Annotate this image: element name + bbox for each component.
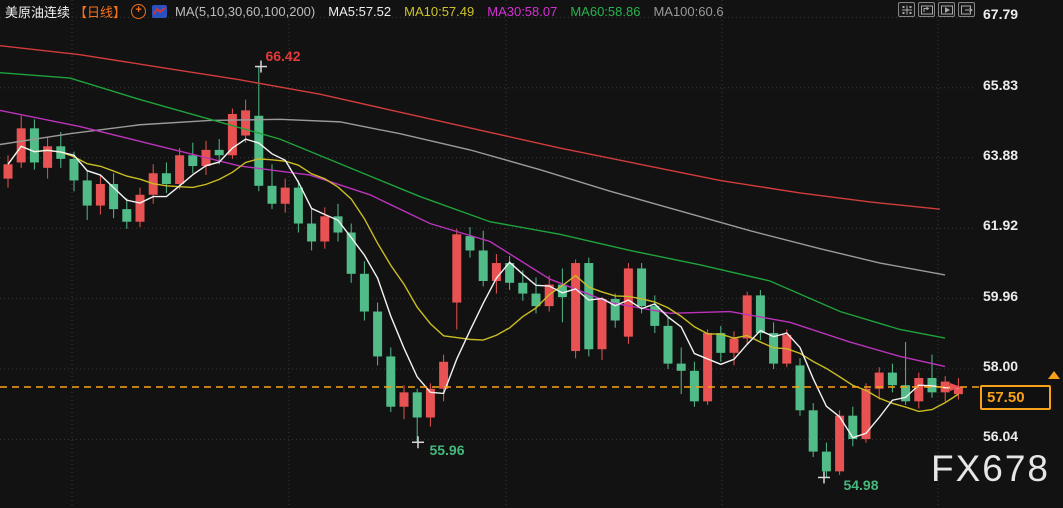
- mini-chart-icon[interactable]: [152, 4, 168, 18]
- candle[interactable]: [399, 385, 409, 420]
- candle[interactable]: [835, 410, 845, 475]
- candle[interactable]: [359, 261, 369, 321]
- candle[interactable]: [887, 363, 897, 393]
- ma-readout-ma5: MA5:57.52: [328, 3, 392, 19]
- watermark: FX678: [931, 448, 1051, 489]
- crosshair-icon[interactable]: [898, 2, 915, 17]
- candle[interactable]: [689, 361, 699, 407]
- chart-header: 美原油连续 【日线】 + MA(5,10,30,60,100,200) MA5:…: [5, 2, 724, 20]
- candle[interactable]: [188, 142, 198, 174]
- price-axis-label: 65.83: [983, 76, 1019, 93]
- candle[interactable]: [623, 263, 633, 344]
- candle[interactable]: [95, 175, 105, 215]
- candle[interactable]: [122, 198, 132, 229]
- current-price-value: 57.50: [987, 389, 1025, 406]
- chart-window: 66.42 55.96 54.98 美原油连续 【日线】 + MA(5,10,30,…: [0, 0, 1063, 508]
- candle[interactable]: [874, 367, 884, 400]
- candle[interactable]: [769, 322, 779, 369]
- chart-export-icon[interactable]: [958, 2, 975, 17]
- candle[interactable]: [109, 173, 119, 219]
- candle[interactable]: [452, 228, 462, 330]
- candle[interactable]: [465, 227, 475, 258]
- candle[interactable]: [135, 187, 145, 228]
- chart-toolbar: [898, 2, 975, 17]
- candle[interactable]: [848, 406, 858, 447]
- ma-readout-ma30: MA30:58.07: [487, 3, 558, 19]
- candle[interactable]: [280, 178, 290, 213]
- candle[interactable]: [663, 316, 673, 369]
- current-price-label: 57.50: [980, 385, 1051, 410]
- grid-layer: [0, 0, 976, 508]
- candle[interactable]: [161, 162, 171, 193]
- candle[interactable]: [927, 354, 937, 398]
- ma-value-readouts: MA5:57.52 MA10:57.49 MA30:58.07 MA60:58.86 M…: [315, 4, 723, 19]
- ma-readout-ma10: MA10:57.49: [404, 3, 475, 19]
- price-axis-label: 58.00: [983, 358, 1019, 374]
- chart-panel-left-icon[interactable]: [918, 2, 935, 17]
- candle[interactable]: [808, 403, 818, 458]
- period-label[interactable]: 【日线】: [74, 2, 126, 21]
- candle[interactable]: [412, 388, 422, 443]
- candle[interactable]: [82, 171, 92, 220]
- price-axis-label: 63.88: [983, 146, 1019, 163]
- candle[interactable]: [571, 259, 581, 359]
- ma-readout-ma100: MA100:60.6: [653, 3, 724, 19]
- instrument-title: 美原油连续: [5, 4, 71, 20]
- low-price-annotation: 54.98: [843, 477, 878, 493]
- candle[interactable]: [914, 372, 924, 409]
- price-up-triangle-icon: [1048, 371, 1060, 379]
- candle[interactable]: [43, 137, 53, 179]
- low-price-annotation: 55.96: [429, 442, 464, 458]
- price-axis-label: 61.92: [983, 217, 1019, 234]
- candle[interactable]: [716, 325, 726, 362]
- ma-settings-label[interactable]: MA(5,10,30,60,100,200): [175, 4, 315, 19]
- candle[interactable]: [333, 203, 343, 242]
- candle[interactable]: [307, 209, 317, 251]
- price-line-layer: [0, 382, 980, 391]
- ma-readout-ma60: MA60:58.86: [570, 3, 641, 19]
- candle[interactable]: [254, 66, 264, 192]
- price-axis-label: 59.96: [983, 287, 1019, 304]
- candlestick-chart[interactable]: 66.42 55.96 54.98: [0, 0, 1063, 508]
- candle[interactable]: [56, 131, 66, 168]
- candle[interactable]: [69, 151, 79, 192]
- candle[interactable]: [901, 342, 911, 405]
- price-axis-label: 56.04: [983, 428, 1019, 445]
- candle[interactable]: [597, 297, 607, 361]
- candle[interactable]: [584, 257, 594, 357]
- candle[interactable]: [940, 376, 950, 402]
- chart-panel-play-icon[interactable]: [938, 2, 955, 17]
- candle[interactable]: [386, 347, 396, 413]
- candle[interactable]: [29, 119, 39, 170]
- candle[interactable]: [439, 354, 449, 402]
- ma-lines-layer: [0, 45, 959, 439]
- plus-circle-icon[interactable]: +: [131, 3, 147, 19]
- candle[interactable]: [373, 302, 383, 366]
- candle[interactable]: [544, 275, 554, 312]
- price-axis-label: 67.79: [983, 6, 1019, 23]
- candle[interactable]: [557, 268, 567, 323]
- ma-line-ma200: [0, 45, 941, 210]
- candles-layer: [3, 66, 963, 478]
- candle[interactable]: [425, 383, 435, 427]
- candle[interactable]: [703, 329, 713, 405]
- candle[interactable]: [241, 99, 251, 143]
- high-price-annotation: 66.42: [265, 48, 300, 64]
- mini-chart-zigzag: [153, 6, 166, 14]
